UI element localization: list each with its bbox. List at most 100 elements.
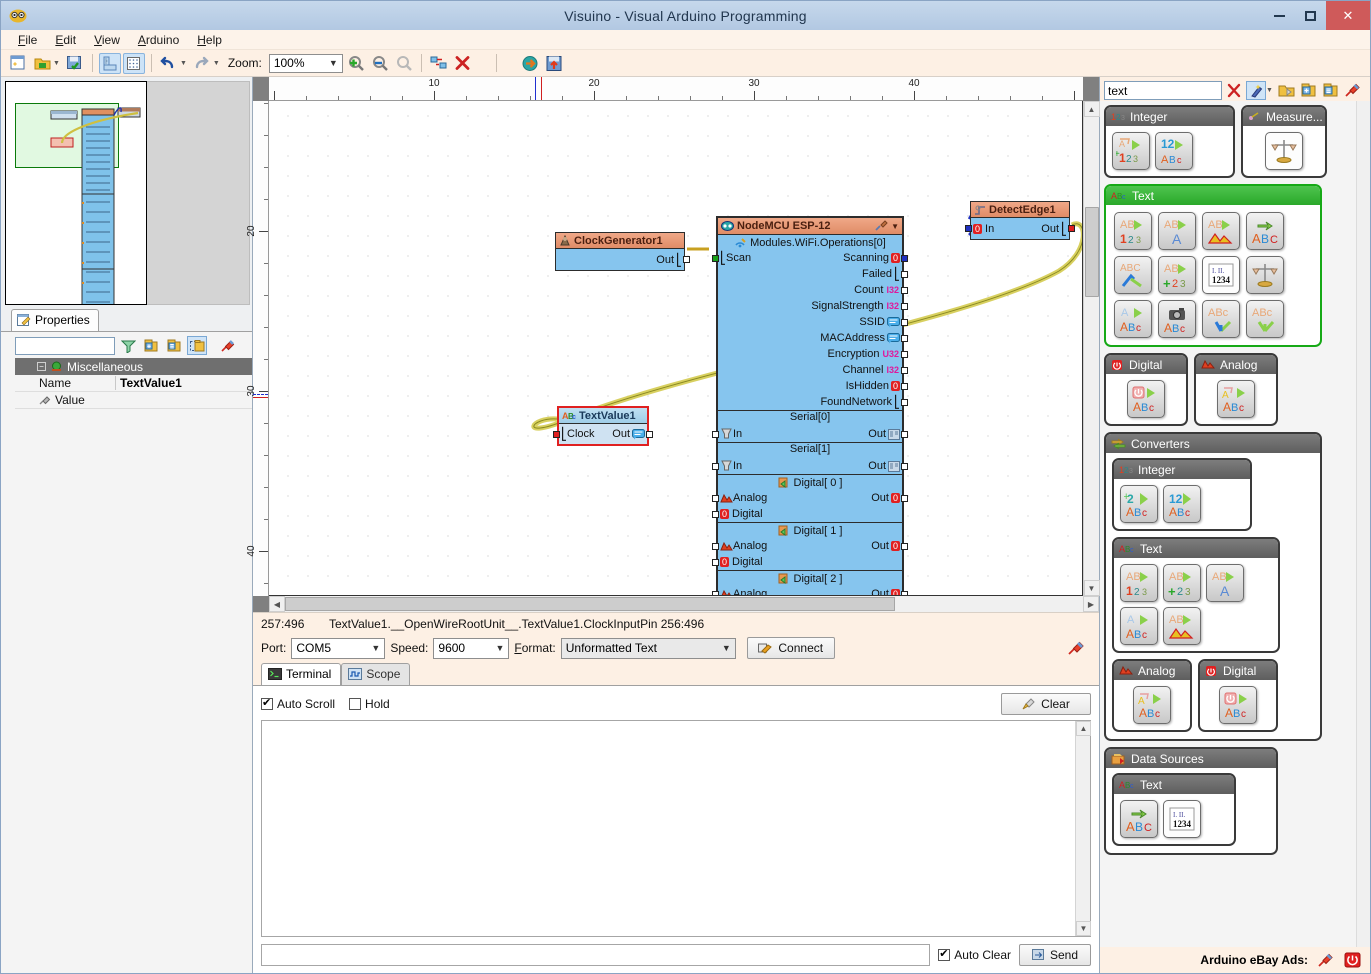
- pin-connector[interactable]: [901, 367, 908, 374]
- pin-foundnetwork[interactable]: FoundNetwork⎣: [718, 394, 902, 410]
- component-clockgenerator1[interactable]: ClockGenerator1 Out ⎣: [555, 232, 685, 271]
- textvalue-pins[interactable]: ⎣ Clock Out: [559, 424, 647, 444]
- subgroup-data-sources-text[interactable]: ABc Text ABC I. II.1234: [1112, 773, 1236, 846]
- clear-search-icon[interactable]: [1224, 81, 1244, 100]
- connect-button[interactable]: Connect: [747, 637, 835, 659]
- tab-terminal[interactable]: Terminal: [261, 663, 341, 685]
- group-analog[interactable]: Analog AABc: [1194, 353, 1278, 426]
- new-project-icon[interactable]: [7, 53, 29, 74]
- zoom-reset-icon[interactable]: [393, 53, 415, 74]
- upload-icon[interactable]: [543, 53, 565, 74]
- text-add-number-tool[interactable]: AB+23: [1163, 564, 1201, 602]
- zoom-select[interactable]: 100% ▼: [269, 54, 343, 73]
- scroll-left-arrow-icon[interactable]: ◀: [269, 596, 285, 612]
- group-measure[interactable]: Measure...: [1241, 105, 1327, 178]
- undo-dropdown-caret-icon[interactable]: ▼: [180, 60, 187, 67]
- pin-connector[interactable]: [901, 431, 908, 438]
- canvas-horizontal-scrollbar[interactable]: ◀ ▶: [253, 596, 1099, 612]
- auto-clear-checkbox[interactable]: Auto Clear: [938, 948, 1011, 962]
- digital-to-text-tool[interactable]: ABc: [1219, 686, 1257, 724]
- compile-icon[interactable]: [519, 53, 541, 74]
- digital1-digital-pin[interactable]: 0 Digital: [718, 554, 902, 570]
- pin-connector[interactable]: [1068, 225, 1075, 232]
- pin-connector[interactable]: [901, 351, 908, 358]
- group-header[interactable]: Analog: [1196, 355, 1276, 374]
- text-formatted-tool[interactable]: I. II.1234: [1202, 256, 1240, 294]
- component-header[interactable]: NodeMCU ESP-12 ▼: [718, 218, 902, 235]
- pin-connector[interactable]: [901, 463, 908, 470]
- wizard-icon[interactable]: [1246, 81, 1266, 100]
- toggle-grid-icon[interactable]: [123, 53, 145, 74]
- group-data-sources[interactable]: Data Sources ABc Text ABC I. II.1234: [1104, 747, 1278, 855]
- format-select[interactable]: Unformatted Text ▼: [561, 638, 736, 659]
- pin-connector[interactable]: [712, 511, 719, 518]
- delete-icon[interactable]: [452, 53, 474, 74]
- new-folder-icon[interactable]: [1277, 81, 1297, 100]
- pin-connector[interactable]: [712, 495, 719, 502]
- auto-scroll-checkbox[interactable]: Auto Scroll: [261, 697, 335, 711]
- text-to-analog-tool[interactable]: AB: [1202, 212, 1240, 250]
- zoom-in-icon[interactable]: [345, 53, 367, 74]
- pin-connector[interactable]: [901, 303, 908, 310]
- serial-settings-icon[interactable]: [1067, 640, 1085, 656]
- analog-to-text-tool[interactable]: AABc: [1217, 380, 1255, 418]
- clear-button[interactable]: Clear: [1001, 693, 1091, 715]
- component-header[interactable]: DetectEdge1: [971, 202, 1069, 218]
- pin-connector[interactable]: [901, 319, 908, 326]
- checkbox-box[interactable]: [261, 698, 273, 710]
- menu-arduino[interactable]: Arduino: [129, 31, 188, 49]
- group-header[interactable]: Analog: [1114, 661, 1190, 680]
- menu-file[interactable]: FFileile: [9, 31, 46, 49]
- terminal-scrollbar[interactable]: ▲ ▼: [1075, 721, 1090, 936]
- scales-measure-tool[interactable]: [1265, 132, 1303, 170]
- group-by-category-icon[interactable]: [187, 336, 207, 355]
- scroll-down-arrow-icon[interactable]: ▼: [1084, 580, 1100, 596]
- save-project-icon[interactable]: [64, 53, 86, 74]
- pin-connector[interactable]: [901, 495, 908, 502]
- text-split-tool[interactable]: ABc: [1202, 300, 1240, 338]
- group-text[interactable]: ABc Text AB123 ABA AB ABC ABC AB+23 I. I…: [1104, 184, 1322, 347]
- pin-connector[interactable]: [901, 591, 908, 597]
- port-select[interactable]: COM5 ▼: [291, 638, 385, 659]
- pin-connector[interactable]: [646, 431, 653, 438]
- maximize-button[interactable]: [1295, 1, 1326, 30]
- hold-checkbox[interactable]: Hold: [349, 697, 390, 711]
- open-project-icon[interactable]: [31, 53, 53, 74]
- close-button[interactable]: ✕: [1326, 1, 1370, 30]
- integer-to-text-tool[interactable]: 12ABc: [1155, 132, 1193, 170]
- navigator-canvas[interactable]: [5, 81, 147, 305]
- ads-power-icon[interactable]: [1343, 951, 1362, 970]
- pin-scan[interactable]: ⎣ Scan Scanning 0: [718, 250, 902, 266]
- digital1-analog-pin[interactable]: Analog Out0: [718, 538, 902, 554]
- pin-connector[interactable]: [712, 431, 719, 438]
- serial0-pins[interactable]: In Out: [718, 426, 902, 442]
- text-to-analog-tool[interactable]: AB: [1163, 607, 1201, 645]
- horizontal-scroll-thumb[interactable]: [285, 597, 895, 611]
- digital0-analog-pin[interactable]: Analog Out0: [718, 490, 902, 506]
- redo-icon[interactable]: [191, 53, 213, 74]
- pin-connector[interactable]: [712, 591, 719, 597]
- toolbox-scrollbar[interactable]: [1356, 101, 1370, 947]
- pin-connector[interactable]: [901, 287, 908, 294]
- serial1-pins[interactable]: In Out: [718, 458, 902, 474]
- scroll-up-arrow-icon[interactable]: ▲: [1084, 101, 1100, 117]
- subgroup-converters-text[interactable]: ABc Text AB123 AB+23 ABA AABc AB: [1112, 537, 1280, 653]
- component-header[interactable]: ABc TextValue1: [559, 408, 647, 424]
- text-formatted-tool[interactable]: I. II.1234: [1163, 800, 1201, 838]
- text-to-char-tool[interactable]: ABA: [1158, 212, 1196, 250]
- group-header[interactable]: Measure...: [1243, 107, 1325, 126]
- pin-connector[interactable]: [901, 271, 908, 278]
- group-converters[interactable]: Converters 123 Integer 2+ABc 12ABc: [1104, 432, 1322, 741]
- text-add-number-tool[interactable]: AB+23: [1158, 256, 1196, 294]
- property-name-value[interactable]: TextValue1: [115, 376, 252, 390]
- scroll-up-arrow-icon[interactable]: ▲: [1076, 721, 1091, 736]
- tab-scope[interactable]: Scope: [341, 663, 410, 685]
- analog-to-text-tool[interactable]: AABc: [1133, 686, 1171, 724]
- filter-properties-icon[interactable]: [118, 336, 138, 355]
- analog-to-integer-text-tool[interactable]: A123+: [1112, 132, 1150, 170]
- pin-channel[interactable]: ChannelI32: [718, 362, 902, 378]
- terminal-output[interactable]: ▲ ▼: [261, 720, 1091, 937]
- minimize-button[interactable]: [1264, 1, 1295, 30]
- expand-all-icon[interactable]: [141, 336, 161, 355]
- group-header[interactable]: 123 Integer: [1106, 107, 1233, 126]
